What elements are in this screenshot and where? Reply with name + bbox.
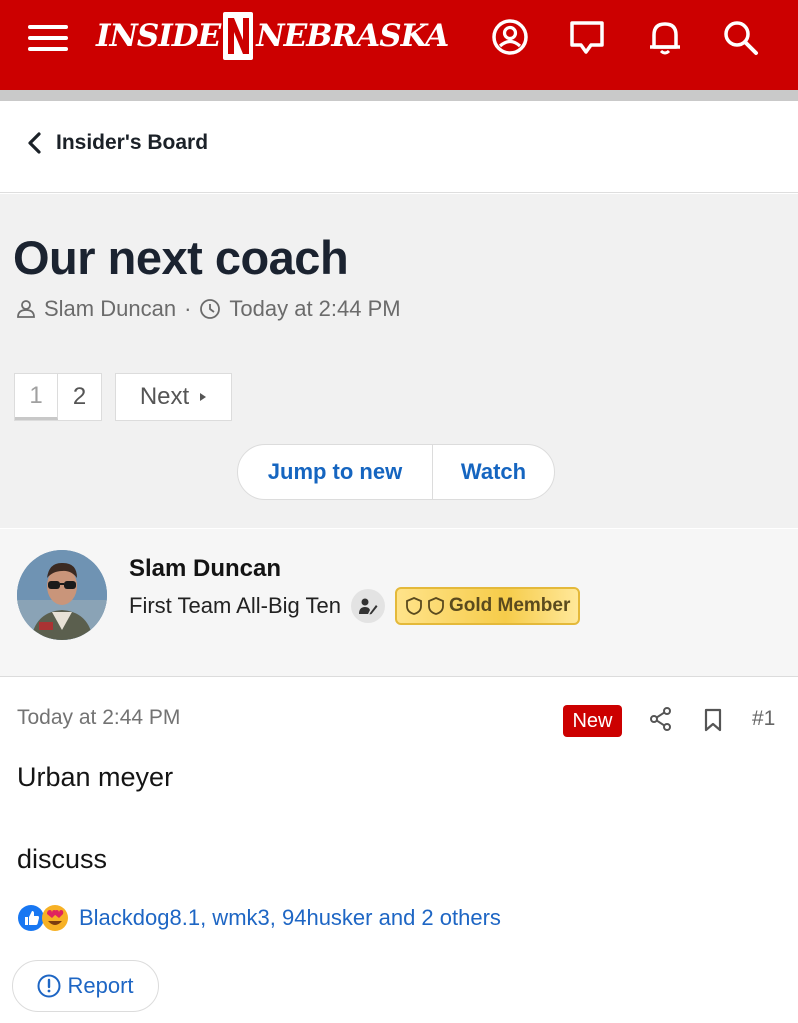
jump-to-new-button[interactable]: Jump to new xyxy=(238,445,433,499)
account-icon[interactable] xyxy=(488,17,532,57)
top-bar: INSIDE NEBRASKA xyxy=(0,0,798,90)
report-button[interactable]: Report xyxy=(12,960,159,1012)
gold-member-badge: Gold Member xyxy=(394,587,581,625)
page-title: Our next coach xyxy=(13,231,349,284)
author-title: First Team All-Big Ten xyxy=(129,593,341,618)
post-body-line: Urban meyer xyxy=(17,762,174,792)
staff-icon xyxy=(350,589,385,623)
post-body-line: discuss xyxy=(17,844,108,874)
reactions-text[interactable]: Blackdog8.1, wmk3, 94husker and 2 others xyxy=(79,905,501,931)
page-number-group: 1 2 xyxy=(14,373,102,421)
page-1-button[interactable]: 1 xyxy=(15,374,58,420)
breadcrumb: Insider's Board xyxy=(0,101,798,193)
user-icon xyxy=(17,300,35,318)
author-name[interactable]: Slam Duncan xyxy=(129,555,281,583)
logo-text-left: INSIDE xyxy=(96,18,221,54)
search-icon[interactable] xyxy=(718,17,762,57)
new-badge: New xyxy=(563,705,622,737)
logo-n-mark-icon xyxy=(221,10,255,62)
shield-icon xyxy=(406,597,422,615)
love-icon xyxy=(42,905,68,931)
reactions-bar[interactable]: Blackdog8.1, wmk3, 94husker and 2 others xyxy=(17,904,501,932)
thread-actions: Jump to new Watch xyxy=(237,444,555,500)
meta-separator: · xyxy=(184,296,192,321)
pagination: 1 2 Next xyxy=(14,373,232,421)
next-page-button[interactable]: Next xyxy=(115,373,232,421)
page-2-button[interactable]: 2 xyxy=(58,374,101,420)
post-author-block: Slam Duncan First Team All-Big Ten Gold … xyxy=(0,529,798,677)
logo-text-right: NEBRASKA xyxy=(256,18,449,54)
chevron-right-icon xyxy=(200,393,207,401)
gold-member-label: Gold Member xyxy=(448,595,571,616)
next-page-label: Next xyxy=(139,383,190,410)
site-logo[interactable]: INSIDE NEBRASKA xyxy=(96,10,449,62)
menu-icon[interactable] xyxy=(28,25,68,51)
post-date[interactable]: Today at 2:44 PM xyxy=(17,706,180,730)
report-label: Report xyxy=(67,973,134,998)
chevron-left-icon xyxy=(28,132,41,154)
breadcrumb-link[interactable]: Insider's Board xyxy=(26,131,208,155)
thread-meta: Slam Duncan · Today at 2:44 PM xyxy=(16,296,401,322)
alert-icon xyxy=(37,974,61,998)
thread-header: Our next coach Slam Duncan · Today at 2:… xyxy=(0,194,798,528)
avatar[interactable] xyxy=(17,550,107,640)
watch-button[interactable]: Watch xyxy=(433,445,554,499)
thread-author[interactable]: Slam Duncan xyxy=(44,296,176,322)
shield-icon xyxy=(428,597,444,615)
breadcrumb-label: Insider's Board xyxy=(56,131,209,154)
thread-date[interactable]: Today at 2:44 PM xyxy=(229,296,400,322)
share-icon[interactable] xyxy=(648,706,674,732)
clock-icon xyxy=(200,299,221,319)
author-title-row: First Team All-Big Ten Gold Member xyxy=(129,587,581,625)
bell-icon[interactable] xyxy=(643,17,687,57)
header-divider xyxy=(0,90,798,101)
chat-icon[interactable] xyxy=(565,17,609,57)
bookmark-icon[interactable] xyxy=(702,708,724,732)
post-number-link[interactable]: #1 xyxy=(752,707,775,731)
